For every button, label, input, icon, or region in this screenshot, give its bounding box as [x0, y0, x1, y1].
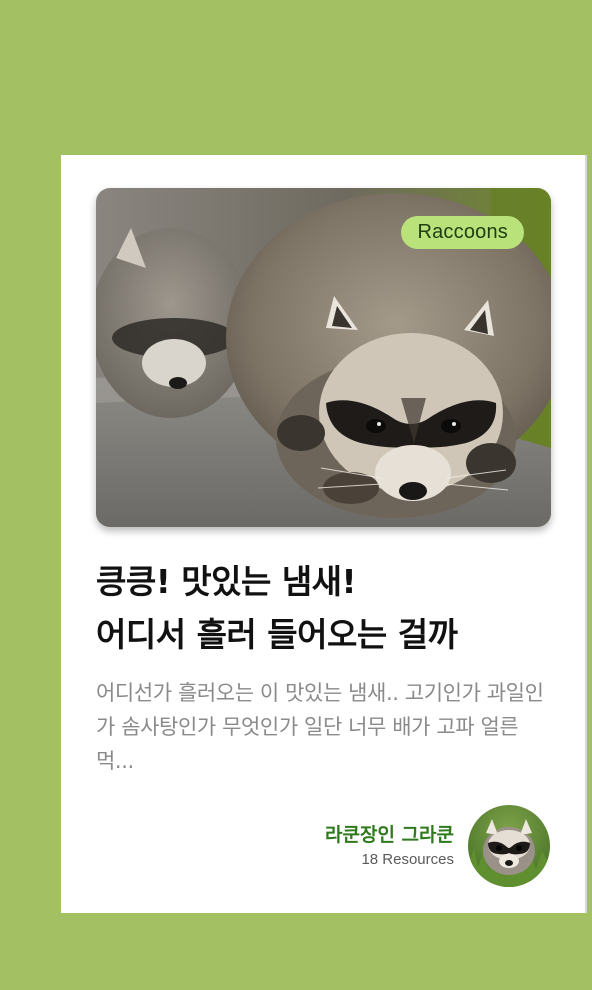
author-resource-count: 18 Resources — [361, 851, 454, 868]
raccoon-avatar-icon — [468, 805, 550, 887]
author-text: 라쿤장인 그라쿤 18 Resources — [325, 822, 454, 870]
author-name[interactable]: 라쿤장인 그라쿤 — [325, 822, 454, 848]
post-title[interactable]: 킁킁! 맛있는 냄새! 어디서 흘러 들어오는 걸까 — [96, 555, 556, 661]
post-title-line-1: 킁킁! 맛있는 냄새! — [96, 562, 357, 601]
author-avatar[interactable] — [468, 805, 550, 887]
category-tag[interactable]: Raccoons — [401, 216, 524, 249]
post-excerpt: 어디선가 흘러오는 이 맛있는 냄새.. 고기인가 과일인가 솜사탕인가 무엇인… — [96, 681, 544, 773]
author-info[interactable]: 라쿤장인 그라쿤 18 Resources — [325, 805, 550, 887]
card-edge-divider — [585, 155, 587, 913]
post-title-line-2: 어디서 흘러 들어오는 걸까 — [96, 615, 458, 654]
post-card[interactable]: Raccoons 킁킁! 맛있는 냄새! 어디서 흘러 들어오는 걸까 어디선가… — [61, 155, 585, 913]
post-image[interactable]: Raccoons — [96, 188, 551, 527]
